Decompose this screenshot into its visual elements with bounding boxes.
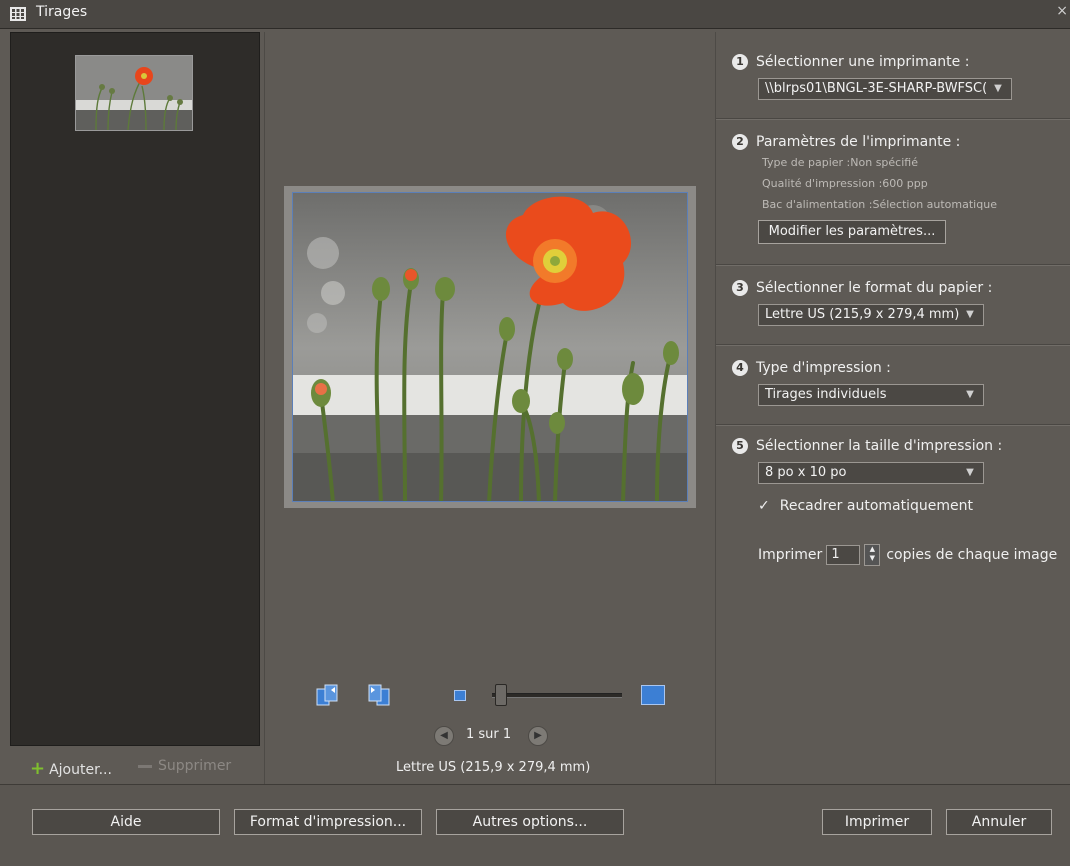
paper-type-info: Type de papier :Non spécifié (762, 156, 918, 169)
dialog-footer: Aide Format d'impression... Autres optio… (0, 784, 1070, 866)
paper-tray-info: Bac d'alimentation :Sélection automatiqu… (762, 198, 997, 211)
step-3-heading: 3 Sélectionner le format du papier : (732, 280, 992, 296)
grid-icon (10, 7, 26, 21)
rotate-left-icon[interactable] (316, 684, 340, 706)
more-options-button[interactable]: Autres options... (436, 809, 624, 835)
remove-label: Supprimer (158, 758, 232, 774)
minus-icon (138, 764, 152, 768)
modify-settings-button[interactable]: Modifier les paramètres... (758, 220, 946, 244)
copies-input[interactable]: 1 (826, 545, 861, 565)
plus-icon: + (30, 758, 46, 779)
paper-size-select[interactable]: Lettre US (215,9 x 279,4 mm) ▼ (758, 304, 984, 326)
thumbnail-actions: + Ajouter... Supprimer (10, 746, 260, 782)
step-4-heading: 4 Type d'impression : (732, 360, 891, 376)
step-1-label: Sélectionner une imprimante : (756, 54, 970, 70)
chevron-down-icon: ▼ (994, 83, 1002, 94)
preview-photo[interactable] (292, 192, 688, 502)
page-setup-button[interactable]: Format d'impression... (234, 809, 422, 835)
next-page-icon[interactable]: ▶ (528, 726, 548, 746)
step-3-label: Sélectionner le format du papier : (756, 280, 993, 296)
step-2-label: Paramètres de l'imprimante : (756, 134, 961, 150)
copies-suffix: copies de chaque image (886, 547, 1058, 563)
previous-page-icon[interactable]: ◀ (434, 726, 454, 746)
print-preview (284, 186, 696, 508)
print-type-select[interactable]: Tirages individuels ▼ (758, 384, 984, 406)
photo-thumbnail[interactable] (75, 55, 193, 131)
print-button[interactable]: Imprimer (822, 809, 932, 835)
step-2-heading: 2 Paramètres de l'imprimante : (732, 134, 960, 150)
chevron-down-icon: ▼ (966, 309, 974, 320)
print-size-select[interactable]: 8 po x 10 po ▼ (758, 462, 984, 484)
thumbnail-panel (10, 32, 260, 746)
auto-crop-label: Recadrer automatiquement (779, 498, 973, 514)
window-title: Tirages (36, 4, 88, 20)
add-label: Ajouter... (49, 762, 112, 778)
copies-prefix: Imprimer (758, 547, 823, 563)
step-4-label: Type d'impression : (756, 360, 891, 376)
step-1-heading: 1 Sélectionner une imprimante : (732, 54, 969, 70)
panel-divider (264, 32, 265, 784)
rotate-right-icon[interactable] (366, 684, 390, 706)
printer-select[interactable]: \\blrps01\BNGL-3E-SHARP-BWFSC(▼ (758, 78, 1012, 100)
cancel-button[interactable]: Annuler (946, 809, 1052, 835)
preview-paper-size: Lettre US (215,9 x 279,4 mm) (396, 760, 591, 775)
zoom-in-icon[interactable] (641, 685, 665, 705)
step-5-label: Sélectionner la taille d'impression : (756, 438, 1003, 454)
chevron-down-icon: ▼ (966, 389, 974, 400)
title-bar: Tirages × (0, 0, 1070, 29)
print-dialog: Tirages × + Ajouter... Supprimer ◀ 1 sur… (0, 0, 1070, 866)
chevron-down-icon: ▼ (966, 467, 974, 478)
add-button[interactable]: + Ajouter... (30, 758, 112, 779)
remove-button: Supprimer (138, 758, 231, 774)
step-5-heading: 5 Sélectionner la taille d'impression : (732, 438, 1002, 454)
page-indicator: 1 sur 1 (466, 727, 512, 742)
print-quality-info: Qualité d'impression :600 ppp (762, 177, 928, 190)
checkmark-icon: ✓ (758, 498, 770, 514)
copies-stepper[interactable]: ▲ ▼ (864, 544, 881, 566)
zoom-out-icon[interactable] (454, 690, 466, 701)
copies-row: Imprimer 1 ▲ ▼ copies de chaque image (758, 544, 1057, 566)
zoom-slider[interactable] (492, 693, 622, 698)
settings-panel: 1 Sélectionner une imprimante : \\blrps01… (716, 32, 1070, 784)
auto-crop-checkbox[interactable]: ✓ Recadrer automatiquement (758, 498, 973, 514)
zoom-slider-handle[interactable] (494, 684, 507, 706)
close-icon[interactable]: × (1056, 3, 1068, 19)
help-button[interactable]: Aide (32, 809, 220, 835)
